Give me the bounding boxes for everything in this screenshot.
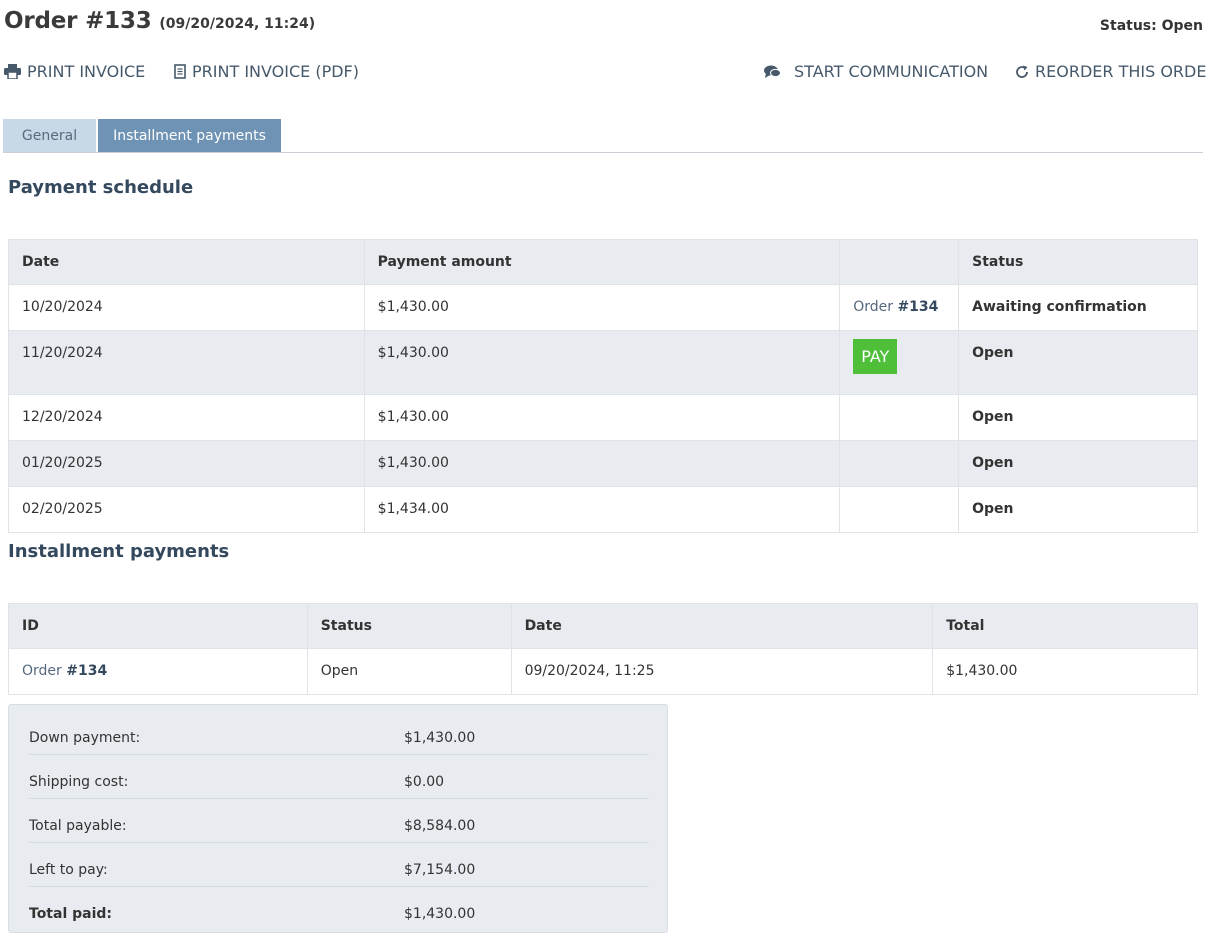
table-header-row: ID Status Date Total: [8, 603, 1198, 649]
order-number: Order #133: [4, 8, 152, 34]
print-invoice-label: PRINT INVOICE: [27, 62, 146, 81]
cell-action: [839, 394, 960, 441]
tab-installment-payments[interactable]: Installment payments: [98, 119, 281, 152]
cell-amount: $1,430.00: [363, 440, 841, 487]
cell-status: Open: [958, 486, 1198, 533]
cell-amount: $1,430.00: [363, 284, 841, 331]
summary-value: $0.00: [404, 774, 445, 790]
summary-label: Left to pay:: [29, 862, 108, 878]
summary-label: Shipping cost:: [29, 774, 129, 790]
payment-summary: Down payment: $1,430.00 Shipping cost: $…: [8, 704, 668, 933]
table-row: 01/20/2025 $1,430.00 Open: [8, 440, 1198, 487]
table-row: 02/20/2025 $1,434.00 Open: [8, 486, 1198, 533]
summary-label: Total paid:: [29, 906, 113, 922]
cell-date: 09/20/2024, 11:25: [510, 648, 934, 695]
tab-bar: General Installment payments: [3, 119, 1203, 153]
pay-button[interactable]: PAY: [853, 339, 898, 374]
order-link-id: #134: [66, 663, 108, 679]
cell-date: 01/20/2025: [8, 440, 365, 487]
summary-label: Down payment:: [29, 730, 141, 746]
order-status: Status: Open: [1099, 18, 1203, 34]
summary-row-shipping-cost: Shipping cost: $0.00: [29, 755, 649, 799]
order-link-prefix: Order: [22, 663, 67, 679]
cell-action: [839, 486, 960, 533]
summary-row-total-payable: Total payable: $8,584.00: [29, 799, 649, 843]
column-header-date: Date: [8, 239, 365, 285]
cell-status: Open: [306, 648, 512, 695]
payment-schedule-title: Payment schedule: [8, 177, 194, 198]
cell-status: Awaiting confirmation: [958, 284, 1198, 331]
reorder-label: REORDER THIS ORDER: [1035, 62, 1207, 81]
cell-action: [839, 440, 960, 487]
print-invoice-pdf-label: PRINT INVOICE (PDF): [192, 62, 359, 81]
cell-amount: $1,430.00: [363, 330, 841, 395]
start-communication-link[interactable]: START COMMUNICATION: [764, 62, 988, 81]
cell-id: Order #134: [8, 648, 308, 695]
order-link-id: #134: [897, 299, 939, 315]
payment-schedule-table: Date Payment amount Status 10/20/2024 $1…: [8, 239, 1198, 533]
table-row: 11/20/2024 $1,430.00 PAY Open: [8, 330, 1198, 395]
summary-row-left-to-pay: Left to pay: $7,154.00: [29, 843, 649, 887]
installment-payments-table: ID Status Date Total Order #134 Open 09/…: [8, 603, 1198, 695]
summary-label: Total payable:: [29, 818, 127, 834]
order-link-prefix: Order: [853, 299, 898, 315]
start-communication-label: START COMMUNICATION: [794, 62, 989, 81]
summary-value: $8,584.00: [404, 818, 476, 834]
order-link[interactable]: Order #134: [22, 663, 107, 679]
print-invoice-link[interactable]: PRINT INVOICE: [4, 62, 145, 81]
cell-status: Open: [958, 394, 1198, 441]
cell-status: Open: [958, 330, 1198, 395]
column-header-action: [839, 239, 960, 285]
order-header: Order #133 (09/20/2024, 11:24) Status: O…: [4, 8, 1203, 44]
column-header-id: ID: [8, 603, 308, 649]
printer-icon: [4, 64, 21, 79]
table-row: Order #134 Open 09/20/2024, 11:25 $1,430…: [8, 648, 1198, 695]
column-header-status: Status: [958, 239, 1198, 285]
order-date: (09/20/2024, 11:24): [159, 16, 316, 32]
summary-value: $7,154.00: [404, 862, 476, 878]
cell-action: PAY: [839, 330, 960, 395]
page-title: Order #133 (09/20/2024, 11:24): [4, 8, 315, 34]
cell-date: 02/20/2025: [8, 486, 365, 533]
cell-date: 10/20/2024: [8, 284, 365, 331]
tab-general[interactable]: General: [3, 119, 96, 152]
cell-total: $1,430.00: [932, 648, 1198, 695]
table-row: 10/20/2024 $1,430.00 Order #134 Awaiting…: [8, 284, 1198, 331]
print-invoice-pdf-link[interactable]: PRINT INVOICE (PDF): [174, 62, 359, 81]
refresh-icon: [1015, 65, 1029, 79]
chat-icon: [764, 65, 781, 79]
summary-value: $1,430.00: [404, 730, 476, 746]
cell-status: Open: [958, 440, 1198, 487]
column-header-amount: Payment amount: [363, 239, 841, 285]
column-header-status: Status: [306, 603, 512, 649]
column-header-date: Date: [510, 603, 934, 649]
document-icon: [174, 64, 186, 79]
cell-date: 11/20/2024: [8, 330, 365, 395]
summary-value: $1,430.00: [404, 906, 476, 922]
cell-amount: $1,430.00: [363, 394, 841, 441]
installment-payments-title: Installment payments: [8, 541, 230, 562]
reorder-link[interactable]: REORDER THIS ORDER: [1015, 62, 1207, 81]
cell-amount: $1,434.00: [363, 486, 841, 533]
summary-row-total-paid: Total paid: $1,430.00: [29, 887, 649, 931]
cell-date: 12/20/2024: [8, 394, 365, 441]
order-actions: PRINT INVOICE PRINT INVOICE (PDF) START …: [4, 62, 1207, 88]
order-link[interactable]: Order #134: [853, 299, 938, 315]
table-row: 12/20/2024 $1,430.00 Open: [8, 394, 1198, 441]
cell-action: Order #134: [839, 284, 960, 331]
column-header-total: Total: [932, 603, 1198, 649]
table-header-row: Date Payment amount Status: [8, 239, 1198, 285]
summary-row-down-payment: Down payment: $1,430.00: [29, 711, 649, 755]
